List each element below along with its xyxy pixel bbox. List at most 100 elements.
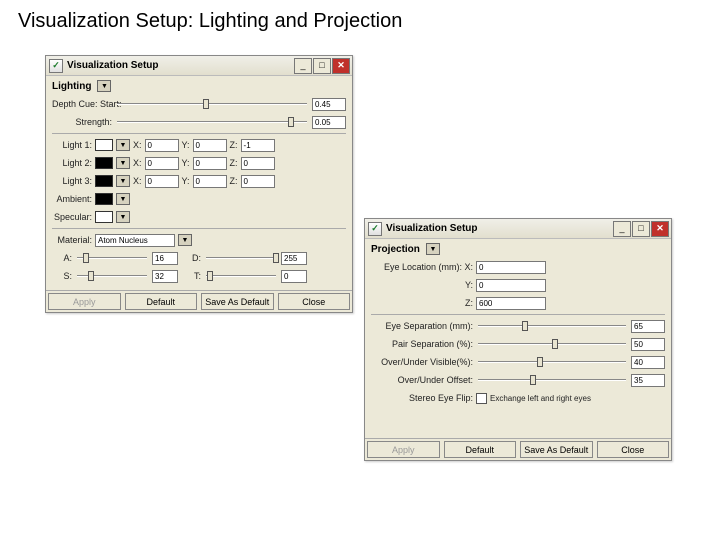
t-slider[interactable] (206, 273, 276, 279)
ou-offset-slider[interactable] (478, 377, 626, 383)
specular-dropdown[interactable]: ▼ (116, 211, 130, 223)
lighting-window: ✓ Visualization Setup _ □ ✕ Lighting ▼ D… (45, 55, 353, 313)
depth-start-value[interactable]: 0.45 (312, 98, 346, 111)
ou-offset-label: Over/Under Offset: (371, 375, 473, 385)
light2-dropdown[interactable]: ▼ (116, 157, 130, 169)
section-dropdown[interactable]: ▼ (97, 80, 111, 92)
close-button[interactable]: ✕ (332, 58, 350, 74)
ou-visible-slider[interactable] (478, 359, 626, 365)
ou-visible-label: Over/Under Visible(%): (371, 357, 473, 367)
s-val[interactable]: 32 (152, 270, 178, 283)
flip-label: Stereo Eye Flip: (371, 393, 473, 403)
strength-slider[interactable] (117, 119, 307, 125)
l2z-label: Z: (230, 158, 238, 168)
s-label: S: (52, 271, 72, 281)
close-button[interactable]: ✕ (651, 221, 669, 237)
minimize-button[interactable]: _ (294, 58, 312, 74)
section-dropdown[interactable]: ▼ (426, 243, 440, 255)
flip-desc: Exchange left and right eyes (490, 394, 591, 403)
apply-button[interactable]: Apply (367, 441, 440, 458)
default-button[interactable]: Default (125, 293, 198, 310)
material-dropdown[interactable]: ▼ (178, 234, 192, 246)
maximize-button[interactable]: □ (313, 58, 331, 74)
section-label: Projection (371, 244, 420, 255)
ou-visible-val[interactable]: 40 (631, 356, 665, 369)
window-title: Visualization Setup (386, 223, 613, 234)
d-label: D: (181, 253, 201, 263)
t-label: T: (181, 271, 201, 281)
pair-sep-label: Pair Separation (%): (371, 339, 473, 349)
l3x-label: X: (133, 176, 142, 186)
depth-cue-label: Depth Cue: Start: (52, 99, 112, 109)
eye-z-label: Z: (371, 298, 473, 308)
light2-label: Light 2: (52, 158, 92, 168)
l3x[interactable]: 0 (145, 175, 179, 188)
light3-swatch[interactable] (95, 175, 113, 187)
a-slider[interactable] (77, 255, 147, 261)
page-title: Visualization Setup: Lighting and Projec… (0, 0, 720, 33)
light1-dropdown[interactable]: ▼ (116, 139, 130, 151)
l3y[interactable]: 0 (193, 175, 227, 188)
close-dialog-button[interactable]: Close (597, 441, 670, 458)
depth-start-slider[interactable] (117, 101, 307, 107)
pair-sep-slider[interactable] (478, 341, 626, 347)
t-val[interactable]: 0 (281, 270, 307, 283)
ambient-label: Ambient: (52, 194, 92, 204)
save-as-default-button[interactable]: Save As Default (201, 293, 274, 310)
l1z[interactable]: -1 (241, 139, 275, 152)
light2-swatch[interactable] (95, 157, 113, 169)
l2y[interactable]: 0 (193, 157, 227, 170)
titlebar[interactable]: ✓ Visualization Setup _ □ ✕ (46, 56, 352, 76)
eye-y-label: Y: (371, 280, 473, 290)
save-as-default-button[interactable]: Save As Default (520, 441, 593, 458)
titlebar[interactable]: ✓ Visualization Setup _ □ ✕ (365, 219, 671, 239)
l2x[interactable]: 0 (145, 157, 179, 170)
apply-button[interactable]: Apply (48, 293, 121, 310)
projection-window: ✓ Visualization Setup _ □ ✕ Projection ▼… (364, 218, 672, 461)
l2y-label: Y: (182, 158, 190, 168)
specular-label: Specular: (52, 212, 92, 222)
l2z[interactable]: 0 (241, 157, 275, 170)
l1y-label: Y: (182, 140, 190, 150)
eye-sep-slider[interactable] (478, 323, 626, 329)
light3-label: Light 3: (52, 176, 92, 186)
minimize-button[interactable]: _ (613, 221, 631, 237)
specular-swatch[interactable] (95, 211, 113, 223)
eye-sep-val[interactable]: 65 (631, 320, 665, 333)
l1z-label: Z: (230, 140, 238, 150)
ambient-swatch[interactable] (95, 193, 113, 205)
section-label: Lighting (52, 81, 91, 92)
eye-x[interactable]: 0 (476, 261, 546, 274)
a-val[interactable]: 16 (152, 252, 178, 265)
material-label: Material: (52, 235, 92, 245)
l2x-label: X: (133, 158, 142, 168)
eye-z[interactable]: 600 (476, 297, 546, 310)
l3z-label: Z: (230, 176, 238, 186)
l3y-label: Y: (182, 176, 190, 186)
a-label: A: (52, 253, 72, 263)
eye-sep-label: Eye Separation (mm): (371, 321, 473, 331)
light1-swatch[interactable] (95, 139, 113, 151)
d-slider[interactable] (206, 255, 276, 261)
l1x[interactable]: 0 (145, 139, 179, 152)
pair-sep-val[interactable]: 50 (631, 338, 665, 351)
s-slider[interactable] (77, 273, 147, 279)
flip-checkbox[interactable] (476, 393, 487, 404)
window-title: Visualization Setup (67, 60, 294, 71)
material-value[interactable]: Atom Nucleus (95, 234, 175, 247)
l3z[interactable]: 0 (241, 175, 275, 188)
strength-label: Strength: (52, 117, 112, 127)
maximize-button[interactable]: □ (632, 221, 650, 237)
app-icon: ✓ (49, 59, 63, 73)
light3-dropdown[interactable]: ▼ (116, 175, 130, 187)
close-dialog-button[interactable]: Close (278, 293, 351, 310)
default-button[interactable]: Default (444, 441, 517, 458)
strength-value[interactable]: 0.05 (312, 116, 346, 129)
light1-label: Light 1: (52, 140, 92, 150)
l1y[interactable]: 0 (193, 139, 227, 152)
eye-y[interactable]: 0 (476, 279, 546, 292)
d-val[interactable]: 255 (281, 252, 307, 265)
ambient-dropdown[interactable]: ▼ (116, 193, 130, 205)
eye-loc-label: Eye Location (mm): X: (371, 262, 473, 272)
ou-offset-val[interactable]: 35 (631, 374, 665, 387)
